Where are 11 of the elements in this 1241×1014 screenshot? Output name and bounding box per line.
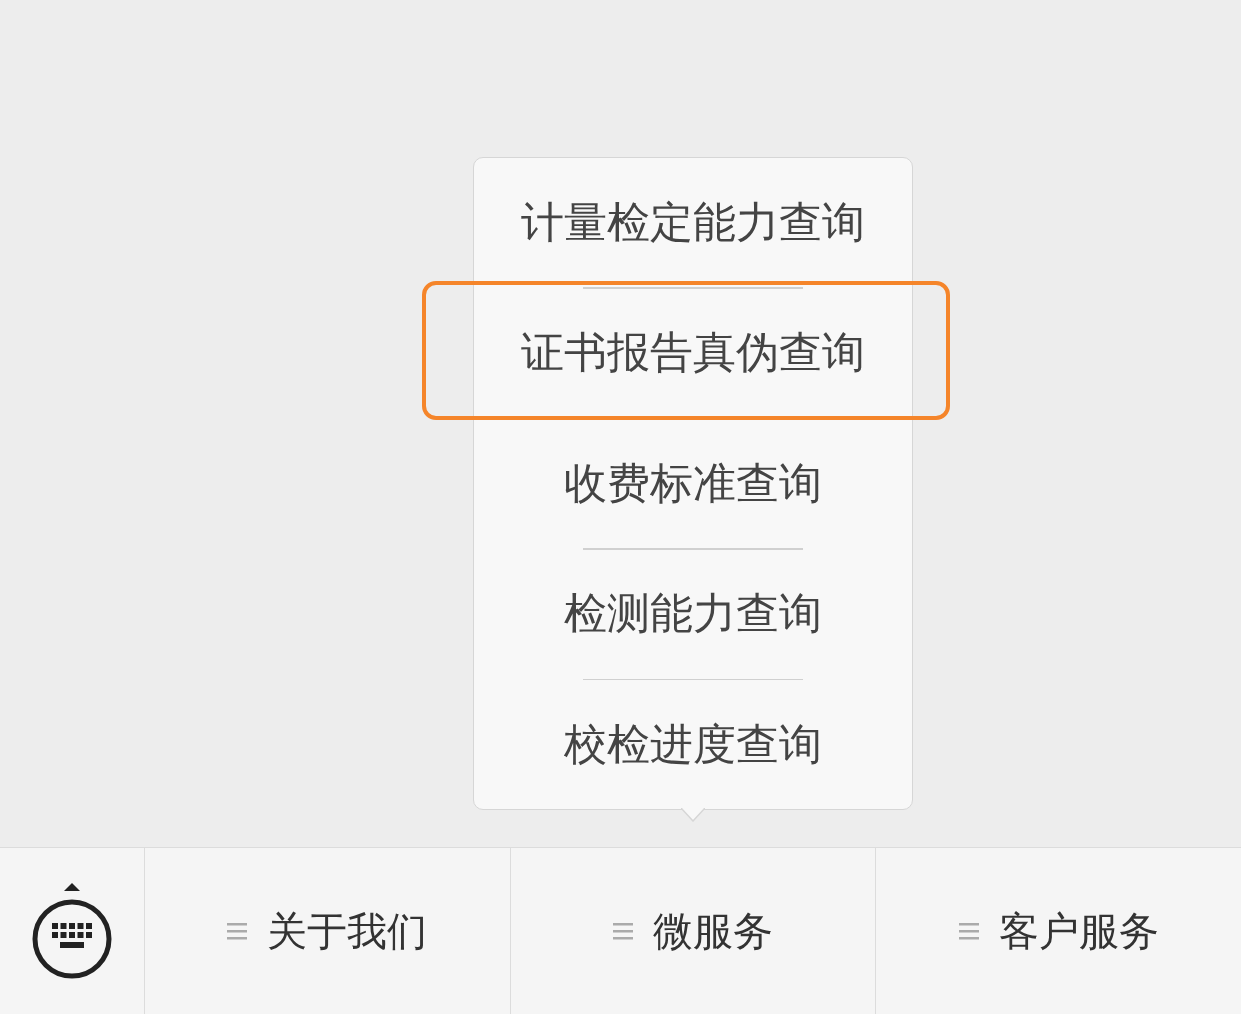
menu-item[interactable]: 收费标准查询 bbox=[564, 459, 822, 508]
menu-item[interactable]: 证书报告真伪查询 bbox=[521, 329, 865, 377]
nav-tab[interactable]: 客户服务 bbox=[876, 848, 1241, 1014]
menu-item[interactable]: 检测能力查询 bbox=[564, 590, 822, 638]
menu-item[interactable]: 计量检定能力查询 bbox=[521, 198, 865, 247]
nav-tab[interactable]: 微服务 bbox=[510, 848, 877, 1014]
menu-icon bbox=[958, 921, 979, 941]
nav-tab[interactable]: 关于我们 bbox=[145, 848, 511, 1014]
menu-icon bbox=[227, 921, 248, 941]
menu-item[interactable]: 校检进度查询 bbox=[564, 720, 822, 769]
menu-icon bbox=[613, 921, 633, 941]
